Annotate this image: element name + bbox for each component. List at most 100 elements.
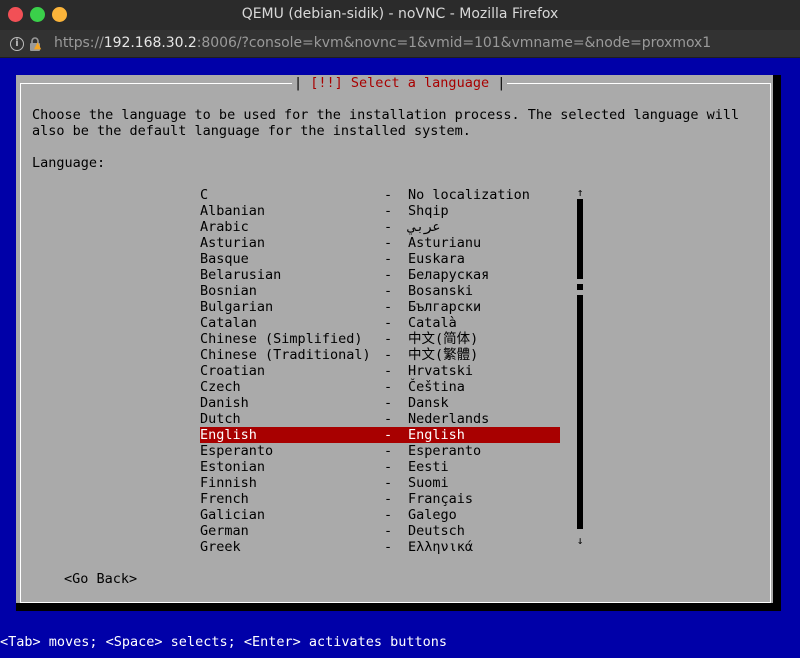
insecure-lock-icon[interactable] (28, 36, 42, 52)
dialog-description: Choose the language to be used for the i… (32, 107, 740, 139)
language-option[interactable]: Bosnian - Bosanski (200, 283, 560, 299)
language-native-name: Català (408, 315, 457, 331)
window-titlebar: QEMU (debian-sidik) - noVNC - Mozilla Fi… (0, 0, 800, 30)
scroll-thumb[interactable] (577, 284, 583, 290)
language-option[interactable]: Albanian - Shqip (200, 203, 560, 219)
language-option[interactable]: Estonian - Eesti (200, 459, 560, 475)
language-native-name: 中文(简体) (408, 331, 479, 347)
language-name: Chinese (Simplified) (200, 331, 363, 347)
language-option[interactable]: English - English (200, 427, 560, 443)
language-name: Catalan (200, 315, 257, 331)
url-rest: :8006/?console=kvm&novnc=1&vmid=101&vmna… (196, 35, 712, 51)
language-name: German (200, 523, 249, 539)
scroll-track-upper[interactable] (577, 199, 583, 279)
language-name: Belarusian (200, 267, 282, 283)
language-option[interactable]: French - Français (200, 491, 560, 507)
language-separator: - (384, 379, 393, 395)
language-name: Czech (200, 379, 241, 395)
language-separator: - (384, 251, 393, 267)
url-prefix: https:// (54, 35, 104, 51)
language-option[interactable]: Czech - Čeština (200, 379, 560, 395)
language-native-name: Eesti (408, 459, 449, 475)
language-separator: - (384, 427, 393, 443)
language-list[interactable]: C - No localization Albanian - Shqip Arabic - عر… (200, 187, 560, 555)
language-option[interactable]: Catalan - Català (200, 315, 560, 331)
language-separator: - (384, 283, 393, 299)
language-option[interactable]: Greek - Ελληνικά (200, 539, 560, 555)
language-name: French (200, 491, 249, 507)
language-native-name: Dansk (408, 395, 449, 411)
window-title: QEMU (debian-sidik) - noVNC - Mozilla Fi… (241, 6, 559, 22)
language-native-name: Hrvatski (408, 363, 474, 379)
language-native-name: Bosanski (408, 283, 474, 299)
language-option[interactable]: German - Deutsch (200, 523, 560, 539)
language-native-name: Français (408, 491, 474, 507)
language-native-name: عربي (408, 219, 441, 235)
title-bracket-right: | (489, 75, 506, 91)
language-name: Greek (200, 539, 241, 555)
language-separator: - (384, 507, 393, 523)
language-separator: - (384, 443, 393, 459)
language-option[interactable]: Arabic - عربي (200, 219, 560, 235)
dialog-title-text: [!!] Select a language (310, 75, 490, 91)
scroll-track-lower[interactable] (577, 295, 583, 529)
help-status-line: <Tab> moves; <Space> selects; <Enter> ac… (0, 634, 448, 650)
scroll-down-arrow-icon[interactable]: ↓ (576, 535, 584, 546)
language-separator: - (384, 203, 393, 219)
address-bar[interactable]: i https://192.168.30.2:8006/?console=kvm… (0, 30, 800, 58)
language-separator: - (384, 299, 393, 315)
language-option[interactable]: Esperanto - Esperanto (200, 443, 560, 459)
language-separator: - (384, 475, 393, 491)
language-list-scrollbar[interactable]: ↑ ↓ (576, 187, 584, 547)
language-separator: - (384, 331, 393, 347)
language-separator: - (384, 363, 393, 379)
language-name: Dutch (200, 411, 241, 427)
language-name: C (200, 187, 209, 203)
language-option[interactable]: Danish - Dansk (200, 395, 560, 411)
language-separator: - (384, 411, 393, 427)
language-native-name: Български (408, 299, 482, 315)
language-separator: - (384, 219, 393, 235)
language-native-name: Esperanto (408, 443, 482, 459)
language-name: Chinese (Traditional) (200, 347, 371, 363)
language-option[interactable]: Chinese (Simplified) - 中文(简体) (200, 331, 560, 347)
language-native-name: Deutsch (408, 523, 465, 539)
language-name: Finnish (200, 475, 257, 491)
language-native-name: Беларуская (408, 267, 490, 283)
language-name: Galician (200, 507, 266, 523)
language-separator: - (384, 539, 393, 555)
language-field-label: Language: (32, 155, 106, 171)
language-separator: - (384, 395, 393, 411)
vnc-console-screen[interactable]: | [!!] Select a language | Choose the la… (0, 58, 800, 658)
language-native-name: Ελληνικά (408, 539, 474, 555)
url-text[interactable]: https://192.168.30.2:8006/?console=kvm&n… (54, 35, 711, 51)
site-info-icon[interactable]: i (10, 37, 24, 51)
language-native-name: English (408, 427, 465, 443)
language-option[interactable]: Finnish - Suomi (200, 475, 560, 491)
language-separator: - (384, 187, 393, 203)
language-option[interactable]: Belarusian - Беларуская (200, 267, 560, 283)
language-option[interactable]: Bulgarian - Български (200, 299, 560, 315)
scroll-up-arrow-icon[interactable]: ↑ (576, 187, 584, 198)
language-native-name: No localization (408, 187, 530, 203)
language-name: Bosnian (200, 283, 257, 299)
language-native-name: Shqip (408, 203, 449, 219)
installer-dialog: | [!!] Select a language | Choose the la… (16, 75, 781, 611)
language-name: Asturian (200, 235, 266, 251)
language-option[interactable]: Croatian - Hrvatski (200, 363, 560, 379)
language-option[interactable]: Chinese (Traditional) - 中文(繁體) (200, 347, 560, 363)
language-option[interactable]: Dutch - Nederlands (200, 411, 560, 427)
title-bracket-left: | (294, 75, 311, 91)
language-separator: - (384, 459, 393, 475)
language-native-name: Asturianu (408, 235, 482, 251)
language-option[interactable]: Galician - Galego (200, 507, 560, 523)
go-back-button[interactable]: <Go Back> (64, 571, 137, 587)
language-option[interactable]: Asturian - Asturianu (200, 235, 560, 251)
language-option[interactable]: Basque - Euskara (200, 251, 560, 267)
language-native-name: Galego (408, 507, 457, 523)
language-separator: - (384, 523, 393, 539)
language-name: Albanian (200, 203, 266, 219)
language-native-name: Čeština (408, 379, 465, 395)
language-separator: - (384, 491, 393, 507)
language-option[interactable]: C - No localization (200, 187, 560, 203)
